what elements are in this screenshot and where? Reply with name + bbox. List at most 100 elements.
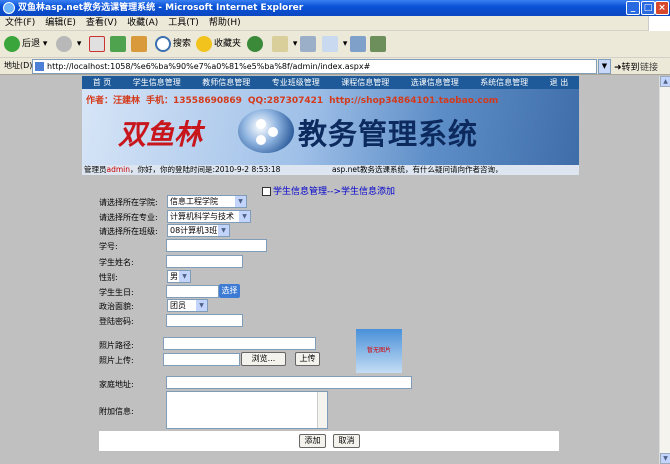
- star-icon: [196, 35, 212, 52]
- search-icon: [155, 35, 171, 52]
- edit-icon: [322, 35, 338, 52]
- browse-button[interactable]: 浏览...: [241, 352, 286, 366]
- favorites-button[interactable]: 收藏夹: [196, 35, 241, 54]
- photo-preview: 暂无图片: [356, 329, 402, 373]
- header-banner: 作者：汪建林 手机：13558690869 QQ:287307421 http://s…: [82, 89, 579, 165]
- extra-info-label: 附加信息:: [99, 407, 134, 416]
- home-address-input[interactable]: [166, 376, 412, 389]
- college-select[interactable]: 信息工程学院 ▼: [167, 195, 247, 208]
- politics-label: 政治面貌:: [99, 302, 134, 311]
- browser-toolbar: 后退 ▾ ▾ 搜索 收藏夹 ▾ ▾: [0, 31, 670, 58]
- back-arrow-icon: [4, 35, 20, 52]
- menu-favorites[interactable]: 收藏(A): [122, 16, 163, 31]
- scroll-up-icon[interactable]: ▲: [660, 76, 670, 87]
- nav-home[interactable]: 首 页: [93, 77, 112, 88]
- forward-arrow-icon: [56, 35, 72, 52]
- history-button[interactable]: [247, 35, 265, 54]
- birthday-label: 学生生日:: [99, 288, 134, 297]
- window-title: 双鱼林asp.net教务选课管理系统 - Microsoft Internet …: [18, 3, 304, 13]
- search-button[interactable]: 搜索: [155, 35, 191, 54]
- brand-logo-text: 双鱼林: [118, 118, 203, 151]
- system-title: 教务管理系统: [298, 117, 479, 151]
- menu-view[interactable]: 查看(V): [81, 16, 122, 31]
- disc-graphic: [238, 109, 294, 153]
- student-name-input[interactable]: [166, 255, 243, 268]
- nav-teacher[interactable]: 教师信息管理: [202, 77, 250, 88]
- chevron-down-icon: ▼: [179, 271, 190, 282]
- student-name-label: 学生姓名:: [99, 258, 134, 267]
- choose-date-button[interactable]: 选择: [219, 284, 240, 298]
- gender-label: 性别:: [99, 273, 118, 282]
- mail-button[interactable]: ▾: [272, 35, 297, 54]
- class-label: 请选择所在班级:: [99, 227, 158, 236]
- menu-help[interactable]: 帮助(H): [204, 16, 246, 31]
- upload-button[interactable]: 上传: [295, 352, 320, 366]
- contact-info: 作者：汪建林 手机：13558690869 QQ:287307421 http://s…: [86, 96, 499, 106]
- go-button[interactable]: ➜转到: [614, 60, 640, 73]
- discuss-icon: [350, 35, 366, 52]
- home-icon: [131, 35, 147, 52]
- discuss-button[interactable]: [350, 35, 368, 54]
- page-icon: [35, 62, 44, 71]
- stop-button[interactable]: [89, 35, 107, 54]
- minimize-button[interactable]: _: [626, 1, 640, 15]
- home-button[interactable]: [131, 35, 149, 54]
- textarea-scrollbar[interactable]: [317, 392, 327, 428]
- add-button[interactable]: 添加: [299, 434, 326, 448]
- refresh-icon: [110, 35, 126, 52]
- menu-tools[interactable]: 工具(T): [163, 16, 204, 31]
- chevron-down-icon: ▼: [218, 225, 229, 236]
- nav-course[interactable]: 课程信息管理: [341, 77, 389, 88]
- back-button[interactable]: 后退 ▾: [4, 35, 47, 54]
- chevron-down-icon: ▼: [239, 211, 250, 222]
- password-input[interactable]: [166, 314, 243, 327]
- photo-file-input[interactable]: [163, 353, 240, 366]
- window-title-bar: 双鱼林asp.net教务选课管理系统 - Microsoft Internet …: [0, 0, 670, 16]
- stop-icon: [89, 35, 105, 52]
- forward-button[interactable]: ▾: [56, 35, 81, 54]
- menu-edit[interactable]: 编辑(E): [40, 16, 81, 31]
- major-select[interactable]: 计算机科学与技术 ▼: [167, 210, 251, 223]
- refresh-button[interactable]: [110, 35, 128, 54]
- nav-system[interactable]: 系统信息管理: [480, 77, 528, 88]
- admin-username: admin: [106, 165, 131, 174]
- edit-icon: [262, 187, 271, 196]
- nav-student[interactable]: 学生信息管理: [133, 77, 181, 88]
- menu-file[interactable]: 文件(F): [0, 16, 40, 31]
- chevron-down-icon: ▼: [235, 196, 246, 207]
- cancel-button[interactable]: 取消: [333, 434, 360, 448]
- politics-select[interactable]: 团员 ▼: [167, 299, 208, 312]
- chevron-down-icon: ▼: [196, 300, 207, 311]
- student-no-label: 学号:: [99, 242, 118, 251]
- scroll-down-icon[interactable]: ▼: [660, 453, 670, 464]
- major-label: 请选择所在专业:: [99, 213, 158, 222]
- class-select[interactable]: 08计算机3班 ▼: [167, 224, 230, 237]
- messenger-button[interactable]: [370, 35, 388, 54]
- photo-path-input[interactable]: [163, 337, 316, 350]
- address-dropdown-button[interactable]: ▼: [598, 59, 611, 74]
- address-bar: 地址(D) http://localhost:1058/%e6%ba%90%e7…: [0, 58, 670, 75]
- photo-upload-label: 照片上传:: [99, 356, 134, 365]
- maximize-button[interactable]: □: [641, 1, 655, 15]
- links-button[interactable]: 链接: [640, 60, 658, 73]
- address-input[interactable]: http://localhost:1058/%e6%ba%90%e7%a0%81…: [32, 59, 597, 74]
- print-button[interactable]: [300, 35, 318, 54]
- mail-icon: [272, 35, 288, 52]
- nav-selection[interactable]: 选课信息管理: [411, 77, 459, 88]
- student-no-input[interactable]: [166, 239, 267, 252]
- page-scrollbar[interactable]: ▲ ▼: [659, 76, 670, 464]
- nav-major-class[interactable]: 专业班级管理: [272, 77, 320, 88]
- birthday-input[interactable]: [166, 285, 219, 298]
- college-label: 请选择所在学院:: [99, 198, 158, 207]
- edit-button[interactable]: ▾: [322, 35, 347, 54]
- extra-info-textarea[interactable]: [166, 391, 328, 429]
- close-button[interactable]: ×: [655, 1, 669, 15]
- address-label: 地址(D): [4, 61, 33, 70]
- login-info-bar: 管理员admin，你好，你的登陆时间是:2010-9-2 8:53:18 asp…: [82, 165, 579, 175]
- print-icon: [300, 35, 316, 52]
- home-address-label: 家庭地址:: [99, 380, 134, 389]
- breadcrumb: 学生信息管理-->学生信息添加: [262, 184, 395, 197]
- messenger-icon: [370, 35, 386, 52]
- gender-select[interactable]: 男 ▼: [167, 270, 191, 283]
- nav-logout[interactable]: 退 出: [550, 77, 569, 88]
